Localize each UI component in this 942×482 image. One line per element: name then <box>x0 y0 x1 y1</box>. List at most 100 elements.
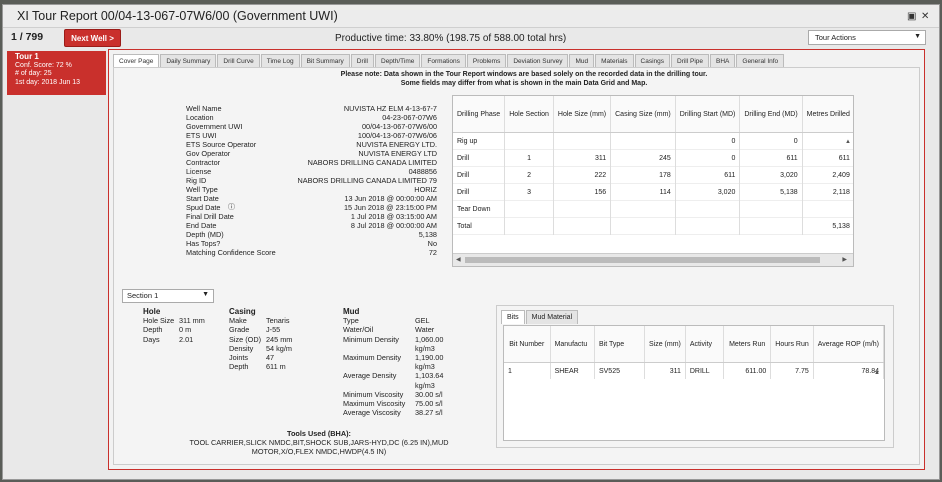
tour-card[interactable]: Tour 1 Conf. Score: 72 % # of day: 25 1s… <box>7 51 106 95</box>
mud-value: GEL <box>415 316 430 326</box>
tour-first-day: 1st day: 2018 Jun 13 <box>15 78 80 86</box>
table-row[interactable]: Rig up003.01 <box>453 132 853 150</box>
column-header[interactable]: Metres Drilled <box>802 96 853 133</box>
table-cell: 311 <box>644 362 686 379</box>
title-bar: XI Tour Report 00/04-13-067-07W6/00 (Gov… <box>3 5 939 28</box>
column-header[interactable]: Drilling Start (MD) <box>675 96 741 133</box>
table-cell <box>553 217 612 235</box>
window-restore-icon[interactable]: ▣ <box>907 11 916 22</box>
column-header[interactable]: Activity <box>685 326 725 363</box>
scroll-left-icon[interactable]: ◀ <box>456 256 461 263</box>
scroll-up-icon[interactable]: ▲ <box>845 139 851 145</box>
column-header[interactable]: Hole Section <box>504 96 554 133</box>
casing-title: Casing <box>229 307 256 316</box>
table-cell: Drill <box>453 149 506 167</box>
tab-casings[interactable]: Casings <box>634 54 670 68</box>
phase-table: Drilling Phase Hole Section Hole Size (mm)… <box>453 96 853 235</box>
scroll-right-icon[interactable]: ▶ <box>842 256 847 263</box>
casing-label: Make <box>229 316 247 326</box>
table-row[interactable]: Tear Down3.27 <box>453 200 853 218</box>
casing-label: Depth <box>229 362 249 372</box>
well-info-value: 1 Jul 2018 @ 03:15:00 AM <box>350 212 437 221</box>
well-info-value: 72 <box>428 248 437 257</box>
phase-grid-scrollbar[interactable]: ◀ ▶ <box>453 253 853 266</box>
tab-materials[interactable]: Materials <box>595 54 634 68</box>
column-header[interactable]: Manufactu <box>550 326 595 363</box>
mud-row: kg/m3 <box>343 344 483 353</box>
tab-time-log[interactable]: Time Log <box>260 54 300 68</box>
mud-label: Maximum Viscosity <box>343 398 406 408</box>
mud-row: Average Viscosity 38.27 s/l <box>343 408 483 417</box>
casing-label: Size (OD) <box>229 334 262 344</box>
hole-row: Hole Size 311 mm <box>143 316 233 325</box>
tab-drill[interactable]: Drill <box>350 54 374 68</box>
column-header[interactable]: Drilling End (MD) <box>739 96 803 133</box>
table-cell: 5,138 <box>802 217 853 235</box>
mud-label: Water/Oil <box>343 325 374 335</box>
table-row[interactable]: Drill22221786113,0202,4097.21BRINE <box>453 166 853 184</box>
tools-title: Tools Used (BHA): <box>287 429 351 438</box>
tab-problems[interactable]: Problems <box>466 54 507 68</box>
column-header[interactable]: Meters Run <box>723 326 772 363</box>
tab-formations[interactable]: Formations <box>421 54 466 68</box>
mud-section: Mud Type GEL Water/Oil Water Minimum Density 1… <box>343 307 483 417</box>
table-cell: 3,020 <box>675 183 741 201</box>
mud-label: Average Density <box>343 371 397 381</box>
tab-depth-time[interactable]: Depth/Time <box>375 54 421 68</box>
casing-value: 47 <box>266 352 275 362</box>
scroll-up-icon[interactable]: ▲ <box>874 370 880 376</box>
bits-table: Bit Number Manufactu Bit Type Size (mm) Acti… <box>504 326 884 379</box>
bits-tab-bar: Bits Mud Material <box>501 310 579 324</box>
mud-row: Minimum Density 1,060.00 <box>343 335 483 344</box>
subtab-bits[interactable]: Bits <box>501 310 525 324</box>
well-info-value: HORIZ <box>414 185 437 194</box>
casing-label: Grade <box>229 325 250 335</box>
table-cell: Total <box>453 217 506 235</box>
tour-actions-dropdown[interactable]: Tour Actions ▼ <box>808 30 926 45</box>
scrollbar-thumb[interactable] <box>465 257 820 263</box>
casing-label: Density <box>229 343 254 353</box>
tour-name: Tour 1 <box>15 52 39 61</box>
well-info-value: 5,138 <box>418 230 437 239</box>
tab-general-info[interactable]: General Info <box>736 54 785 68</box>
help-icon[interactable]: ⓘ <box>228 203 235 212</box>
well-info-value: 04-23-067-07W6 <box>382 113 437 122</box>
tab-drill-curve[interactable]: Drill Curve <box>217 54 260 68</box>
tab-bha[interactable]: BHA <box>710 54 736 68</box>
column-header[interactable]: Bit Type <box>594 326 645 363</box>
table-cell <box>504 200 554 218</box>
table-cell <box>610 132 676 150</box>
section-select[interactable]: Section 1 ▼ <box>122 289 214 303</box>
table-cell <box>675 217 741 235</box>
hole-value: 311 mm <box>179 316 205 326</box>
table-row[interactable]: Drill31561143,0205,1382,1189.50BRINE <box>453 183 853 201</box>
mud-value: 1,060.00 <box>415 334 444 344</box>
report-panel: Cover Page Daily Summary Drill Curve Time L… <box>108 49 925 470</box>
table-row[interactable]: Drill131124506116112.01GEL <box>453 149 853 167</box>
tour-actions-label: Tour Actions <box>815 33 856 42</box>
column-header[interactable]: Hours Run <box>770 326 814 363</box>
well-info-value: 100/04-13-067-07W6/06 <box>357 131 437 140</box>
table-cell <box>504 132 554 150</box>
hole-title: Hole <box>143 307 161 316</box>
close-icon[interactable]: ✕ <box>921 11 929 22</box>
tab-bit-summary[interactable]: Bit Summary <box>300 54 350 68</box>
column-header[interactable]: Hole Size (mm) <box>553 96 612 133</box>
column-header[interactable]: Average ROP (m/h) <box>813 326 884 363</box>
tab-drill-pipe[interactable]: Drill Pipe <box>671 54 710 68</box>
next-well-button[interactable]: Next Well > <box>64 29 121 47</box>
table-cell: 178 <box>610 166 676 184</box>
tab-mud[interactable]: Mud <box>569 54 595 68</box>
column-header[interactable]: Size (mm) <box>644 326 686 363</box>
mud-row: Water/Oil Water <box>343 325 483 334</box>
column-header[interactable]: Bit Number <box>504 326 551 363</box>
tab-daily-summary[interactable]: Daily Summary <box>160 54 217 68</box>
table-row[interactable]: Total5,13825.00 <box>453 217 853 235</box>
tour-conf: Conf. Score: 72 % <box>15 61 72 69</box>
well-info-value: NUVISTA HZ ELM 4-13-67-7 <box>343 104 437 113</box>
table-row[interactable]: 1 SHEAR SV525 311 DRILL 611.00 7.75 78.84 <box>504 362 884 379</box>
column-header[interactable]: Drilling Phase <box>453 96 506 133</box>
subtab-mud-material[interactable]: Mud Material <box>525 310 579 324</box>
tab-deviation-survey[interactable]: Deviation Survey <box>507 54 569 68</box>
column-header[interactable]: Casing Size (mm) <box>610 96 676 133</box>
